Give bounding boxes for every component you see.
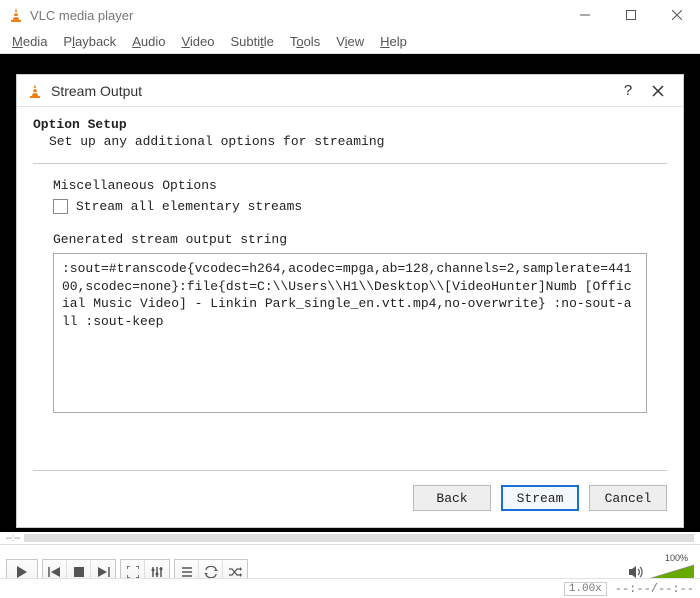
back-button[interactable]: Back (413, 485, 491, 511)
seek-bar-row: --:-- (0, 532, 700, 544)
stream-all-row: Stream all elementary streams (53, 199, 647, 214)
dialog-footer: Back Stream Cancel (17, 458, 683, 527)
dialog-help-button[interactable]: ? (613, 79, 643, 103)
seek-track[interactable] (24, 534, 694, 542)
menu-audio[interactable]: Audio (126, 32, 171, 51)
stream-all-label: Stream all elementary streams (76, 199, 302, 214)
generated-string-label: Generated stream output string (53, 232, 647, 247)
vlc-cone-icon (27, 83, 43, 99)
menu-view[interactable]: View (330, 32, 370, 51)
divider (33, 470, 667, 471)
misc-options-label: Miscellaneous Options (53, 178, 647, 193)
dialog-close-button[interactable] (643, 79, 673, 103)
menu-media[interactable]: Media (6, 32, 53, 51)
dialog-title: Stream Output (51, 83, 613, 99)
speaker-icon[interactable] (628, 565, 644, 579)
time-display: --:--/--:-- (615, 582, 694, 596)
vlc-cone-icon (8, 7, 24, 23)
dialog-titlebar: Stream Output ? (17, 75, 683, 107)
menu-video[interactable]: Video (175, 32, 220, 51)
divider (33, 163, 667, 164)
window-title: VLC media player (30, 8, 562, 23)
menu-help[interactable]: Help (374, 32, 413, 51)
stream-output-dialog: Stream Output ? Option Setup Set up any … (16, 74, 684, 528)
menu-playback[interactable]: Playback (57, 32, 122, 51)
option-setup-heading: Option Setup (33, 117, 667, 132)
elapsed-time: --:-- (6, 533, 20, 544)
generated-output-textarea[interactable]: :sout=#transcode{vcodec=h264,acodec=mpga… (53, 253, 647, 413)
minimize-button[interactable] (562, 0, 608, 30)
titlebar: VLC media player (0, 0, 700, 30)
stream-button[interactable]: Stream (501, 485, 579, 511)
volume-percent: 100% (665, 553, 688, 563)
maximize-button[interactable] (608, 0, 654, 30)
menu-tools[interactable]: Tools (284, 32, 326, 51)
close-button[interactable] (654, 0, 700, 30)
cancel-button[interactable]: Cancel (589, 485, 667, 511)
dialog-body: Option Setup Set up any additional optio… (17, 107, 683, 458)
stream-all-checkbox[interactable] (53, 199, 68, 214)
menu-subtitle[interactable]: Subtitle (224, 32, 279, 51)
status-bar: 1.00x --:--/--:-- (0, 578, 700, 598)
playback-speed[interactable]: 1.00x (564, 582, 607, 596)
menubar: Media Playback Audio Video Subtitle Tool… (0, 30, 700, 54)
option-setup-subheading: Set up any additional options for stream… (49, 134, 667, 149)
